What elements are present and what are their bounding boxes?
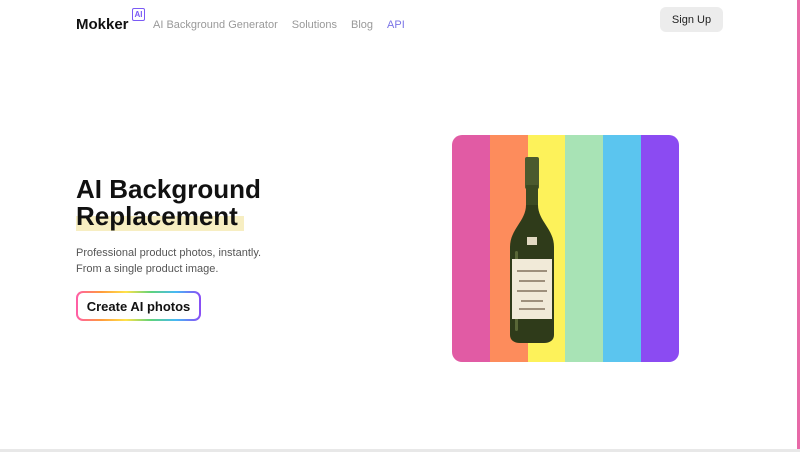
hero-title-line-2: Replacement	[76, 201, 244, 231]
hero-title: AI Background Replacement	[76, 174, 261, 231]
main-nav: AI Background Generator Solutions Blog A…	[153, 19, 405, 31]
create-ai-photos-button[interactable]: Create AI photos	[76, 291, 201, 321]
nav-link-ai-background-generator[interactable]: AI Background Generator	[153, 19, 278, 31]
hero-title-line-1: AI Background	[76, 174, 261, 204]
wine-bottle-image	[510, 157, 554, 343]
hero-subtitle-line-1: Professional product photos, instantly.	[76, 247, 262, 259]
stripe-5	[603, 135, 642, 362]
hero-subtitle-line-2: From a single product image.	[76, 263, 219, 275]
stripe-6	[641, 135, 679, 362]
create-ai-photos-label: Create AI photos	[78, 293, 199, 319]
hero-subtitle: Professional product photos, instantly. …	[76, 245, 261, 277]
sign-up-button[interactable]: Sign Up	[660, 7, 723, 32]
nav-link-api[interactable]: API	[387, 19, 405, 31]
stripe-4	[565, 135, 604, 362]
logo-wordmark[interactable]: Mokker	[76, 16, 129, 33]
logo-ai-badge: AI	[132, 8, 145, 21]
product-image	[452, 135, 679, 362]
nav-link-blog[interactable]: Blog	[351, 19, 373, 31]
stripe-1	[452, 135, 490, 362]
nav-link-solutions[interactable]: Solutions	[292, 19, 337, 31]
